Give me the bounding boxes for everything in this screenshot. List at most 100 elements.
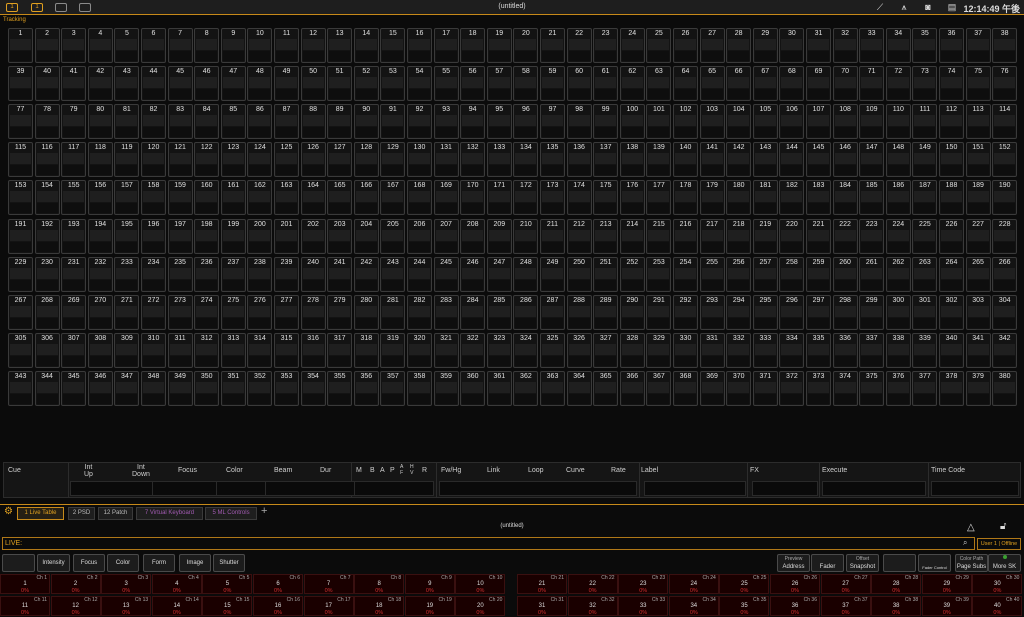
channel-cell[interactable]: 141	[699, 142, 725, 178]
channel-cell[interactable]: 226	[939, 218, 964, 254]
channel-cell[interactable]: 379	[965, 370, 991, 406]
channel-cell[interactable]: 242	[353, 256, 379, 292]
user-status[interactable]: User 1 | Offline	[977, 538, 1021, 550]
channel-cell[interactable]: 23	[593, 28, 619, 63]
channel-cell[interactable]: 329	[646, 332, 672, 368]
channel-cell[interactable]: 3	[61, 28, 87, 63]
channel-cell[interactable]: 218	[726, 218, 752, 254]
channel-cell[interactable]: 201	[274, 218, 299, 254]
channel-cell[interactable]: 14	[353, 28, 379, 63]
channel-cell[interactable]: 2	[34, 28, 60, 63]
channel-cell[interactable]: 240	[300, 256, 326, 292]
cue-field[interactable]	[931, 481, 1019, 496]
channel-cell[interactable]: 344	[34, 370, 60, 406]
channel-cell[interactable]: 61	[593, 66, 619, 102]
channel-cell[interactable]: 339	[912, 332, 938, 368]
channel-cell[interactable]: 340	[939, 332, 964, 368]
channel-cell[interactable]: 169	[433, 180, 459, 216]
channel-cell[interactable]: 12	[300, 28, 326, 63]
channel-cell[interactable]: 324	[513, 332, 539, 368]
channel-cell[interactable]: 295	[752, 294, 778, 330]
fader-channel[interactable]: Ch 26 26 0%	[770, 574, 820, 594]
channel-cell[interactable]: 166	[353, 180, 379, 216]
channel-cell[interactable]: 293	[699, 294, 725, 330]
channel-cell[interactable]: 361	[486, 370, 512, 406]
channel-cell[interactable]: 263	[912, 256, 938, 292]
channel-cell[interactable]: 358	[407, 370, 432, 406]
fader-channel[interactable]: Ch 33 33 0%	[618, 596, 669, 616]
channel-cell[interactable]: 365	[593, 370, 619, 406]
warning-icon[interactable]: △	[967, 522, 975, 533]
fader-channel[interactable]: Ch 39 39 0%	[921, 596, 972, 616]
channel-cell[interactable]: 113	[965, 104, 991, 140]
channel-cell[interactable]: 122	[194, 142, 220, 178]
fader-channel[interactable]: Ch 18 18 0%	[354, 596, 405, 616]
channel-cell[interactable]: 182	[779, 180, 805, 216]
channel-cell[interactable]: 194	[87, 218, 113, 254]
channel-cell[interactable]: 233	[114, 256, 140, 292]
channel-cell[interactable]: 286	[513, 294, 539, 330]
channel-cell[interactable]: 150	[939, 142, 964, 178]
channel-cell[interactable]: 173	[540, 180, 565, 216]
channel-cell[interactable]: 271	[114, 294, 140, 330]
channel-cell[interactable]: 67	[752, 66, 778, 102]
logo-icon[interactable]: ⩚	[898, 2, 910, 12]
channel-cell[interactable]: 88	[300, 104, 326, 140]
channel-cell[interactable]: 163	[274, 180, 299, 216]
channel-cell[interactable]: 187	[912, 180, 938, 216]
channel-cell[interactable]: 244	[407, 256, 432, 292]
fader-channel[interactable]: Ch 40 40 0%	[972, 596, 1023, 616]
channel-cell[interactable]: 348	[141, 370, 166, 406]
channel-cell[interactable]: 87	[274, 104, 299, 140]
channel-cell[interactable]: 56	[460, 66, 486, 102]
channel-cell[interactable]: 195	[114, 218, 140, 254]
fader-channel[interactable]: Ch 30 30 0%	[972, 574, 1023, 594]
channel-cell[interactable]: 42	[87, 66, 113, 102]
channel-cell[interactable]: 154	[34, 180, 60, 216]
channel-cell[interactable]: 131	[433, 142, 459, 178]
channel-cell[interactable]: 200	[247, 218, 273, 254]
add-tab-icon[interactable]: +	[261, 505, 267, 517]
channel-cell[interactable]: 142	[726, 142, 752, 178]
channel-cell[interactable]: 327	[593, 332, 619, 368]
channel-cell[interactable]: 302	[939, 294, 964, 330]
channel-cell[interactable]: 179	[699, 180, 725, 216]
channel-cell[interactable]: 175	[593, 180, 619, 216]
channel-cell[interactable]: 158	[141, 180, 166, 216]
channel-cell[interactable]: 106	[779, 104, 805, 140]
channel-cell[interactable]: 120	[141, 142, 166, 178]
channel-cell[interactable]: 330	[673, 332, 698, 368]
channel-cell[interactable]: 198	[194, 218, 220, 254]
channel-cell[interactable]: 353	[274, 370, 299, 406]
channel-cell[interactable]: 328	[619, 332, 645, 368]
channel-cell[interactable]: 308	[87, 332, 113, 368]
channel-cell[interactable]: 46	[194, 66, 220, 102]
channel-cell[interactable]: 126	[300, 142, 326, 178]
channel-cell[interactable]: 25	[646, 28, 672, 63]
channel-cell[interactable]: 171	[486, 180, 512, 216]
channel-cell[interactable]: 15	[380, 28, 406, 63]
channel-cell[interactable]: 99	[593, 104, 619, 140]
channel-cell[interactable]: 112	[939, 104, 964, 140]
channel-cell[interactable]: 160	[194, 180, 220, 216]
channel-cell[interactable]: 191	[8, 218, 33, 254]
channel-cell[interactable]: 253	[646, 256, 672, 292]
channel-cell[interactable]: 137	[593, 142, 619, 178]
channel-cell[interactable]: 64	[673, 66, 698, 102]
channel-cell[interactable]: 216	[673, 218, 698, 254]
channel-cell[interactable]: 373	[806, 370, 831, 406]
channel-cell[interactable]: 140	[673, 142, 698, 178]
channel-cell[interactable]: 224	[885, 218, 911, 254]
channel-cell[interactable]: 246	[460, 256, 486, 292]
channel-cell[interactable]: 44	[141, 66, 166, 102]
channel-cell[interactable]: 34	[885, 28, 911, 63]
channel-cell[interactable]: 270	[87, 294, 113, 330]
channel-cell[interactable]: 91	[380, 104, 406, 140]
channel-cell[interactable]: 53	[380, 66, 406, 102]
channel-cell[interactable]: 136	[566, 142, 592, 178]
channel-cell[interactable]: 19	[486, 28, 512, 63]
channel-cell[interactable]: 342	[992, 332, 1018, 368]
channel-cell[interactable]: 164	[300, 180, 326, 216]
channel-cell[interactable]: 31	[806, 28, 831, 63]
fader-channel[interactable]: Ch 3 3 0%	[101, 574, 152, 594]
